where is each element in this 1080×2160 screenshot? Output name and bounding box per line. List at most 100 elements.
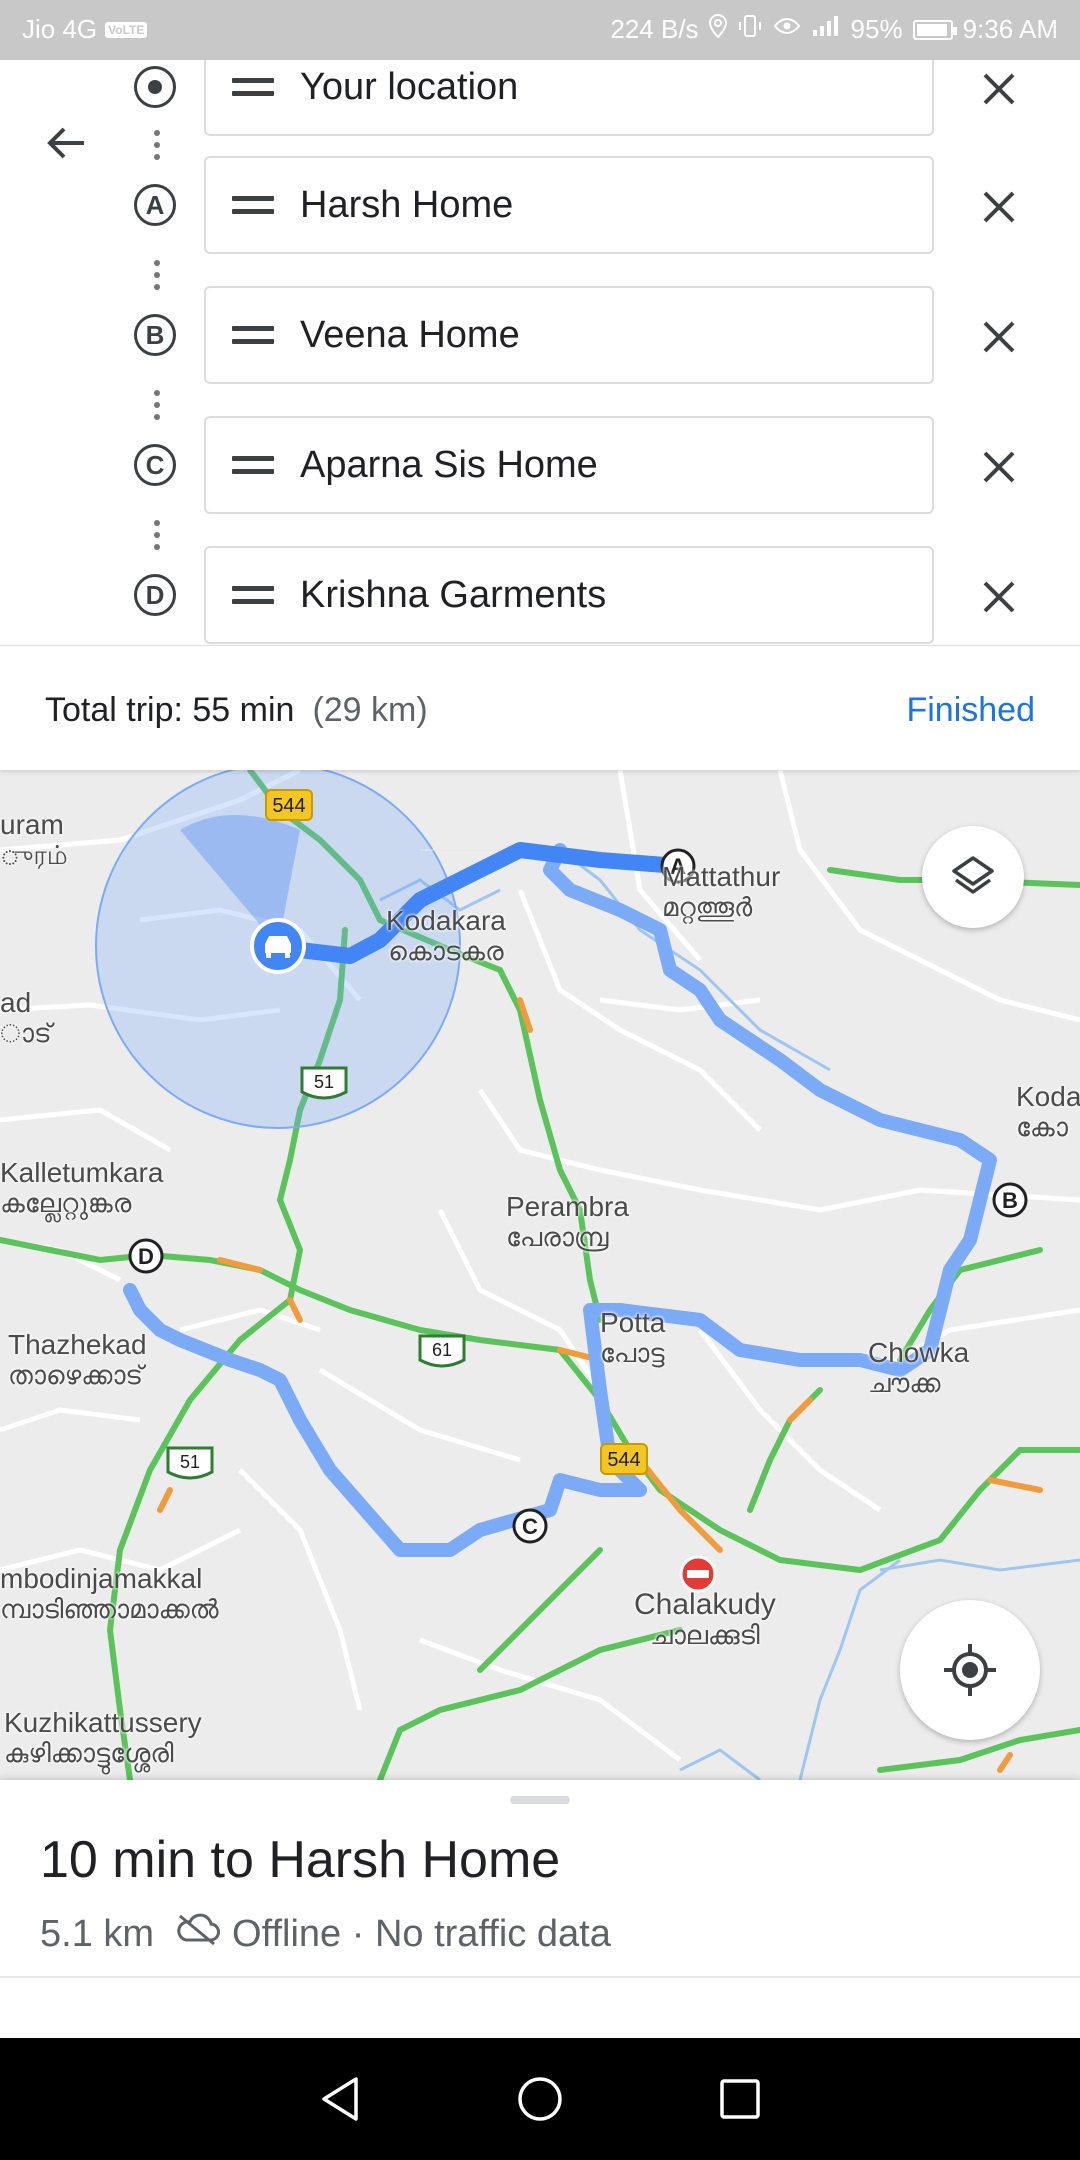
place-label-kalletumkara: Kalletumkara കല്ലേറ്റുങ്കര [0, 1157, 164, 1218]
stop-field-d[interactable]: Krishna Garments [204, 546, 934, 644]
sh51-b-label: 51 [180, 1452, 200, 1472]
nav-back-button[interactable] [310, 2069, 370, 2129]
nh544-top-label: 544 [272, 795, 305, 817]
car-location-icon [250, 918, 306, 974]
traffic-status: Offline · No traffic data [232, 1912, 611, 1955]
waypoint-c-icon: C [512, 1508, 548, 1544]
stop-row-b: B Veena Home [0, 286, 1080, 384]
place-label-ad: adാട് [0, 987, 52, 1048]
remove-stop-button[interactable] [974, 64, 1024, 114]
network-speed: 224 B/s [610, 14, 699, 44]
stop-marker-d-icon: D [134, 574, 176, 616]
place-label-ambodinjamakkal: mbodinjamakkal മ്പാടിഞ്ഞാമാക്കൽ [0, 1563, 219, 1624]
waypoint-c-label: C [522, 1514, 538, 1539]
eye-comfort-icon [773, 14, 801, 45]
stop-label: Krishna Garments [300, 573, 607, 616]
place-label-kodakara: Kodakara കൊടകര [386, 905, 506, 966]
layers-button[interactable] [922, 826, 1024, 928]
layers-icon [952, 856, 994, 894]
carrier-label: Jio 4G [22, 14, 98, 44]
sh61-label: 61 [432, 1340, 452, 1360]
place-label-chowka: Chowka ചൗക്ക [868, 1337, 970, 1398]
place-label-chalakudy: Chalakudy ചാലക്കുടി [634, 1588, 776, 1650]
place-label-thazhekad: Thazhekad താഴെക്കാട് [8, 1329, 147, 1390]
remove-stop-button[interactable] [974, 182, 1024, 232]
stop-field-c[interactable]: Aparna Sis Home [204, 416, 934, 514]
sheet-drag-handle[interactable] [510, 1796, 570, 1804]
nav-recents-button[interactable] [710, 2069, 770, 2129]
close-icon [983, 581, 1015, 613]
stop-label: Aparna Sis Home [300, 443, 598, 486]
signal-icon [811, 14, 841, 45]
route-bottom-sheet[interactable]: 10 min to Harsh Home 5.1 km Offline · No… [0, 1780, 1080, 2038]
close-icon [983, 321, 1015, 353]
place-label-mattathur: Mattathur മറ്റത്തൂർ [662, 861, 781, 922]
waypoint-b-label: B [1002, 1188, 1018, 1213]
place-label-uram: uramுரம் [0, 809, 68, 870]
my-location-icon [944, 1644, 996, 1696]
stop-row-origin: Your location [0, 60, 1080, 136]
waypoint-d-icon: D [128, 1238, 164, 1274]
divider [0, 1976, 1080, 1978]
nh544-top-shield: 544 [265, 789, 313, 821]
my-location-button[interactable] [900, 1600, 1040, 1740]
trip-summary: Total trip: 55 min (29 km) Finished [0, 645, 1080, 770]
vibrate-icon [737, 14, 763, 45]
nav-recents-icon [720, 2079, 760, 2119]
stop-field-b[interactable]: Veena Home [204, 286, 934, 384]
map-view[interactable]: A B C D 544 544 51 51 61 uram ுரம் ad ാട… [0, 770, 1080, 1780]
status-bar: Jio 4G VoLTE 224 B/s 95% 9:36 AM [0, 0, 1080, 60]
battery-percent: 95% [850, 14, 903, 44]
drag-handle-icon[interactable] [232, 586, 274, 604]
place-label-kuzhikattussery: Kuzhikattussery കുഴിക്കാട്ടുശ്ശേരി [4, 1707, 202, 1768]
stop-row-c: C Aparna Sis Home [0, 416, 1080, 514]
origin-marker-icon [134, 66, 176, 108]
remove-stop-button[interactable] [974, 312, 1024, 362]
sh51-a-label: 51 [314, 1072, 334, 1092]
drag-handle-icon[interactable] [232, 326, 274, 344]
nav-home-icon [518, 2077, 562, 2121]
clock: 9:36 AM [962, 14, 1058, 44]
stop-field-a[interactable]: Harsh Home [204, 156, 934, 254]
cloud-off-icon [174, 1912, 221, 1956]
stop-marker-a-icon: A [134, 184, 176, 226]
stop-row-d: D Krishna Garments [0, 546, 1080, 644]
sh61-shield: 61 [418, 1334, 466, 1368]
battery-icon [912, 19, 957, 40]
close-icon [983, 73, 1015, 105]
system-nav-bar [0, 2038, 1080, 2160]
nh544-bottom-label: 544 [607, 1449, 640, 1471]
directions-panel: Your location A Harsh Home B Veena Home … [0, 60, 1080, 645]
drag-handle-icon[interactable] [232, 196, 274, 214]
stop-label: Your location [300, 65, 519, 108]
stop-field-origin[interactable]: Your location [204, 60, 934, 136]
volte-badge: VoLTE [105, 21, 148, 38]
sh51-a-shield: 51 [300, 1066, 348, 1100]
stop-marker-b-icon: B [134, 314, 176, 356]
place-label-koda: Koda കോ [1016, 1081, 1080, 1142]
trip-duration: Total trip: 55 min [45, 691, 295, 729]
route-distance: 5.1 km [40, 1912, 155, 1955]
stop-label: Harsh Home [300, 183, 514, 226]
stop-marker-c-icon: C [134, 444, 176, 486]
nav-home-button[interactable] [510, 2069, 570, 2129]
remove-stop-button[interactable] [974, 572, 1024, 622]
route-meta: 5.1 km Offline · No traffic data [40, 1912, 611, 1956]
nh544-bottom-shield: 544 [600, 1443, 648, 1475]
finished-button[interactable]: Finished [906, 691, 1035, 730]
stop-row-a: A Harsh Home [0, 156, 1080, 254]
trip-total: Total trip: 55 min (29 km) [45, 691, 428, 730]
close-icon [983, 191, 1015, 223]
place-label-perambra: Perambra പേരാമ്പ്ര [506, 1191, 629, 1252]
location-icon [708, 13, 727, 45]
stop-label: Veena Home [300, 313, 520, 356]
close-icon [983, 451, 1015, 483]
road-closure-icon [679, 1555, 717, 1593]
nav-back-icon [322, 2077, 358, 2121]
place-label-potta: Potta പോട്ട [600, 1307, 666, 1368]
sh51-b-shield: 51 [166, 1446, 214, 1480]
drag-handle-icon[interactable] [232, 78, 274, 96]
waypoint-d-label: D [138, 1244, 154, 1269]
remove-stop-button[interactable] [974, 442, 1024, 492]
drag-handle-icon[interactable] [232, 456, 274, 474]
